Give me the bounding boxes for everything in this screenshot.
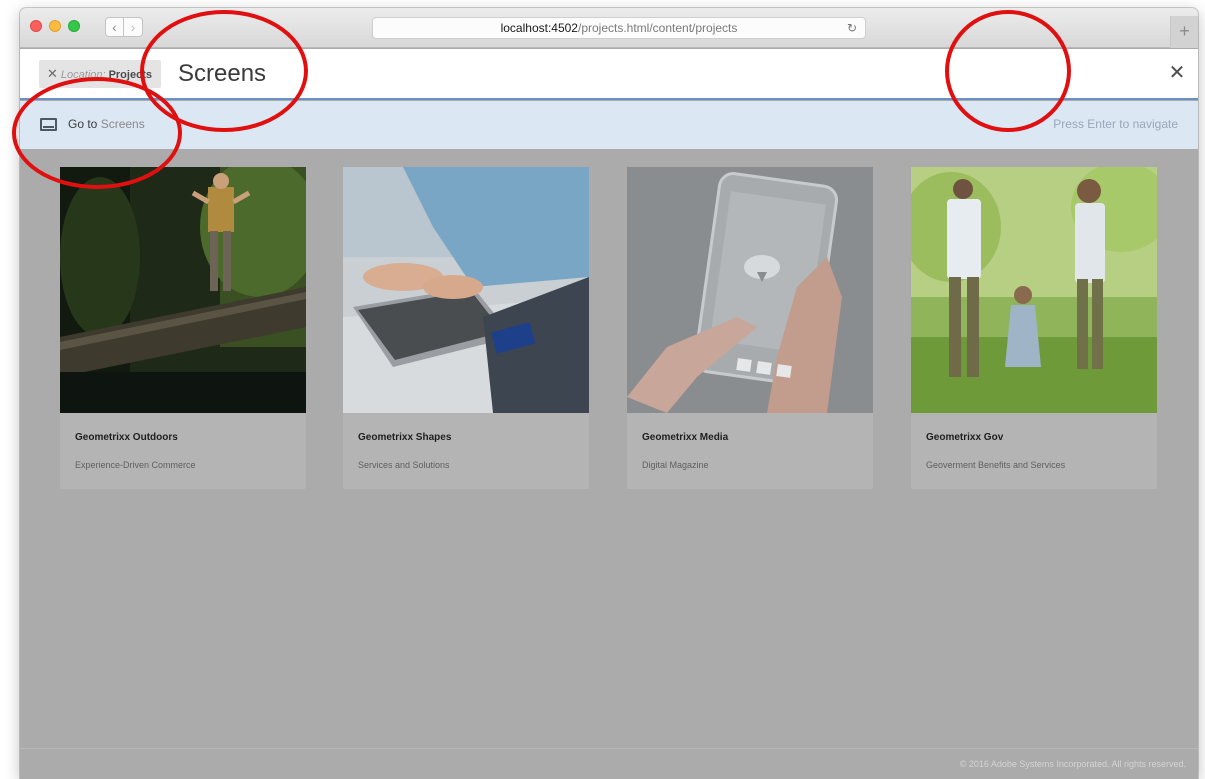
location-label: Location: [60,69,106,81]
navigation-suggestion[interactable]: Go to Screens Press Enter to navigate [20,101,1198,149]
location-value: Projects [108,69,152,81]
remove-location-icon[interactable]: ✕ [47,66,58,81]
page-footer: © 2016 Adobe Systems Incorporated. All r… [20,748,1198,779]
close-window-button[interactable] [30,20,42,32]
project-card[interactable]: Geometrixx Outdoors Experience-Driven Co… [60,167,306,489]
card-description: Services and Solutions [358,460,450,470]
location-filter-tag[interactable]: ✕ Location: Projects [39,60,161,88]
search-input[interactable] [178,58,538,90]
enter-hint: Press Enter to navigate [1053,117,1178,131]
project-card[interactable]: Geometrixx Shapes Services and Solutions [343,167,589,489]
family-walk-image [911,167,1157,413]
card-description: Digital Magazine [642,460,709,470]
url-path: /projects.html/content/projects [577,21,738,35]
forest-hiker-image [60,167,306,413]
go-to-label: Go to [68,117,98,131]
project-card[interactable]: Geometrixx Gov Geoverment Benefits and S… [911,167,1157,489]
url-host: localhost:4502 [500,21,578,35]
new-tab-button[interactable]: + [1170,16,1198,48]
project-card[interactable]: Geometrixx Media Digital Magazine [627,167,873,489]
card-title: Geometrixx Shapes [358,432,452,443]
close-search-icon[interactable]: ✕ [1168,63,1186,83]
card-title: Geometrixx Media [642,432,729,443]
phone-hand-image [627,167,873,413]
card-description: Geoverment Benefits and Services [926,460,1066,470]
forward-button[interactable]: › [124,17,143,37]
back-button[interactable]: ‹ [105,17,124,37]
browser-window: ‹ › localhost:4502/projects.html/content… [20,8,1198,779]
address-bar[interactable]: localhost:4502/projects.html/content/pro… [372,17,866,39]
laptop-user-image [343,167,589,413]
browser-titlebar: ‹ › localhost:4502/projects.html/content… [20,8,1198,48]
card-description: Experience-Driven Commerce [75,460,196,470]
omnisearch-bar: ✕Location:Projects ✕ [20,49,1198,100]
zoom-window-button[interactable] [68,20,80,32]
reload-icon[interactable]: ↻ [847,18,857,38]
card-title: Geometrixx Gov [926,432,1004,443]
go-to-suggestion[interactable]: Go to Screens [68,117,145,131]
screen-icon [40,118,57,131]
go-to-target: Screens [100,117,145,131]
card-title: Geometrixx Outdoors [75,432,178,443]
minimize-window-button[interactable] [49,20,61,32]
projects-content: Geometrixx Outdoors Experience-Driven Co… [20,149,1198,748]
copyright-text: © 2016 Adobe Systems Incorporated. All r… [959,759,1186,769]
